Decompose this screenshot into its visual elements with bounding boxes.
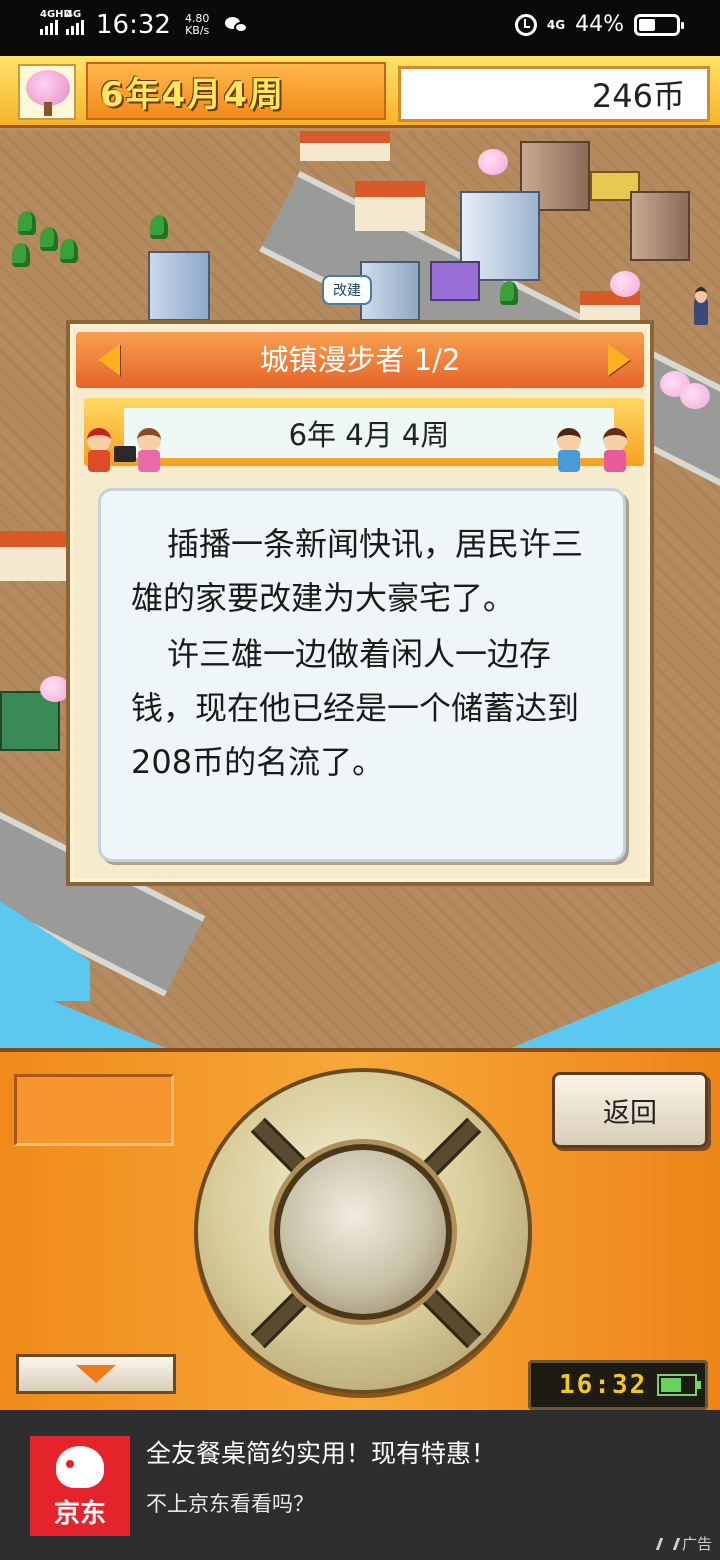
tower-building[interactable] [148, 251, 210, 321]
apartment-building[interactable] [630, 191, 690, 261]
money-text: 246币 [591, 77, 685, 115]
game-date: 6年4月4周 [86, 62, 386, 120]
network-speed: 4.80 KB/s [185, 13, 210, 37]
reporter-character [84, 428, 114, 472]
alarm-icon [514, 13, 537, 36]
resident-sprite[interactable] [694, 287, 708, 325]
video-camera-icon [114, 446, 136, 462]
console-slot [14, 1074, 174, 1146]
game-top-bar: 6年4月4周 246币 [0, 56, 720, 128]
tree-icon [60, 239, 78, 263]
tree-icon [500, 281, 518, 305]
network-type: 4G [546, 17, 566, 32]
ad-title[interactable]: 全友餐桌简约实用！现有特惠！ [146, 1434, 496, 1470]
tree-icon [150, 215, 168, 239]
cherry-blossom-tree [680, 383, 710, 409]
wechat-icon [225, 15, 249, 35]
news-paragraph: 许三雄一边做着闲人一边存钱，现在他已经是一个储蓄达到208币的名流了。 [131, 635, 580, 781]
jd-logo[interactable]: 京东 [30, 1436, 130, 1536]
resident-character [554, 428, 584, 472]
battery-percent: 44% [575, 12, 624, 37]
cherry-blossom-tree [610, 271, 640, 297]
resident-character [600, 428, 630, 472]
ad-brand: 京东 [53, 1499, 106, 1529]
cherry-blossom-tree [478, 149, 508, 175]
status-time: 16:32 [96, 10, 171, 40]
jd-dog-icon [56, 1446, 104, 1488]
game-date-text: 6年4月4周 [100, 74, 285, 115]
cherry-tree-icon[interactable] [18, 64, 76, 120]
battery-icon [657, 1374, 702, 1396]
control-dial[interactable] [194, 1068, 532, 1394]
house-building[interactable] [300, 131, 390, 161]
news-dialog: 城镇漫步者 1/2 6年 4月 4周 插播一条新闻快讯，居民许三雄的家要改建为大… [66, 320, 654, 886]
down-arrow-icon [76, 1365, 116, 1383]
news-date-text: 6年 4月 4周 [288, 418, 450, 452]
ad-label: 广告 [655, 1533, 712, 1554]
game-clock-time: 16:32 [559, 1370, 648, 1400]
game-clock: 16:32 [528, 1360, 708, 1410]
next-page-arrow-icon[interactable] [608, 344, 630, 376]
dial-center-button[interactable] [274, 1144, 452, 1320]
sim2-label: 4G [66, 9, 82, 20]
tree-icon [18, 211, 36, 235]
ad-subtitle[interactable]: 不上京东看看吗？ [146, 1488, 314, 1518]
house-building[interactable] [355, 181, 425, 231]
scroll-down-button[interactable] [16, 1354, 176, 1394]
tree-icon [40, 227, 58, 251]
news-paragraph: 插播一条新闻快讯，居民许三雄的家要改建为大豪宅了。 [131, 525, 584, 617]
news-text-box: 插播一条新闻快讯，居民许三雄的家要改建为大豪宅了。 许三雄一边做着闲人一边存钱，… [98, 488, 626, 862]
money-display: 246币 [398, 66, 710, 122]
ad-network-icon [655, 1537, 681, 1550]
signal-icon: 4G [66, 9, 84, 35]
status-right: 4G 44% [514, 12, 684, 37]
house-building[interactable] [0, 531, 70, 581]
dialog-header: 城镇漫步者 1/2 [76, 332, 644, 388]
control-console: 返回 16:32 [0, 1048, 720, 1410]
battery-icon [634, 13, 684, 36]
back-button[interactable]: 返回 [552, 1072, 708, 1148]
tree-icon [12, 243, 30, 267]
dialog-title: 城镇漫步者 1/2 [259, 343, 461, 377]
shop-building[interactable] [430, 261, 480, 301]
status-bar: 4GHD 4G 16:32 4.80 KB/s 4G 44% [0, 0, 720, 56]
reporter-character [134, 428, 164, 472]
news-date: 6年 4月 4周 [124, 408, 614, 458]
renovation-bubble[interactable]: 改建 [322, 275, 372, 305]
status-left: 4GHD 4G 16:32 4.80 KB/s [40, 9, 249, 40]
ad-tag-text: 广告 [681, 1535, 712, 1553]
ad-banner[interactable]: 京东 全友餐桌简约实用！现有特惠！ 不上京东看看吗？ 广告 [0, 1410, 720, 1560]
network-speed-unit: KB/s [185, 24, 210, 37]
signal-icon: 4GHD [40, 9, 72, 35]
